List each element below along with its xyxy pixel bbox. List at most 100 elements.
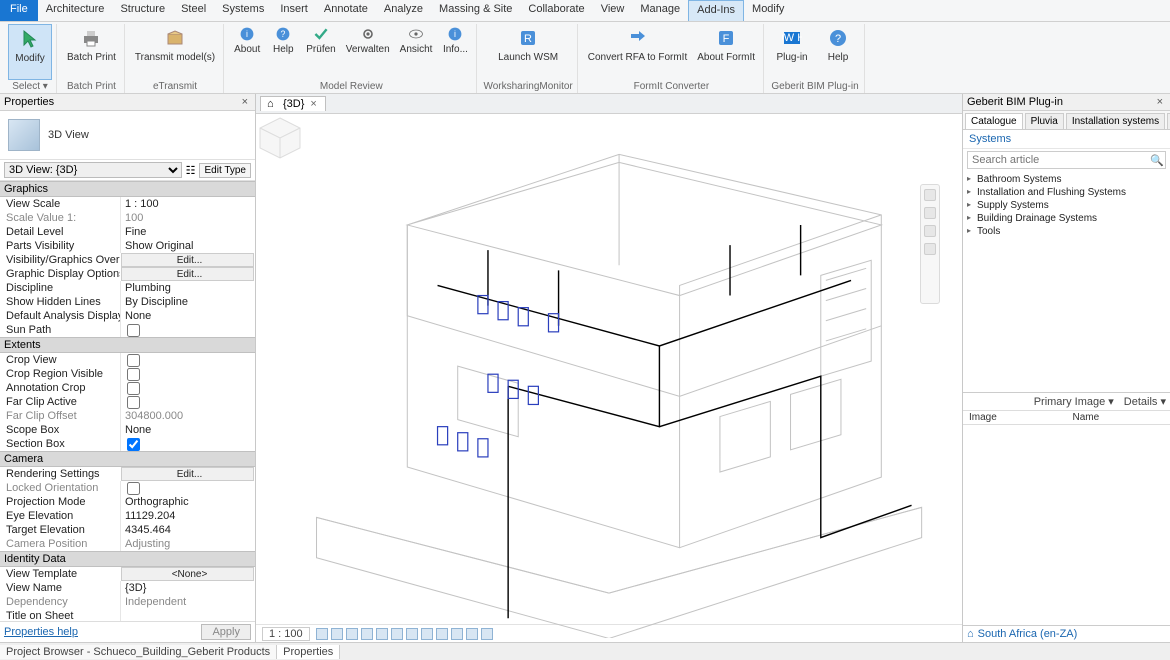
verwalten-button[interactable]: Verwalten — [342, 24, 394, 80]
prop-value[interactable]: Fine — [120, 225, 255, 239]
prop-value[interactable] — [120, 353, 255, 367]
prop-value[interactable] — [120, 609, 255, 621]
prop-row[interactable]: Default Analysis Display StyleNone — [0, 309, 255, 323]
prop-row[interactable]: DependencyIndependent — [0, 595, 255, 609]
prop-row[interactable]: View Name{3D} — [0, 581, 255, 595]
menu-collaborate[interactable]: Collaborate — [520, 0, 592, 21]
menu-steel[interactable]: Steel — [173, 0, 214, 21]
prop-value[interactable]: Show Original — [120, 239, 255, 253]
batch-print-button[interactable]: Batch Print — [63, 24, 120, 80]
primary-image-dropdown[interactable]: Primary Image ▾ — [1034, 395, 1114, 408]
3d-viewport[interactable] — [256, 114, 962, 624]
prop-value[interactable]: 100 — [120, 211, 255, 225]
search-icon[interactable]: 🔍 — [1149, 154, 1165, 167]
search-article[interactable]: 🔍 — [967, 151, 1166, 169]
about-formit-button[interactable]: FAbout FormIt — [693, 24, 759, 80]
prop-value[interactable] — [120, 323, 255, 337]
tree-node[interactable]: Bathroom Systems — [967, 173, 1166, 186]
checkbox[interactable] — [127, 368, 140, 381]
prop-row[interactable]: Scope BoxNone — [0, 423, 255, 437]
info-button[interactable]: iInfo... — [438, 24, 472, 80]
menu-analyze[interactable]: Analyze — [376, 0, 431, 21]
prop-value[interactable]: Adjusting — [120, 537, 255, 551]
edit-type-button[interactable]: Edit Type — [199, 163, 251, 178]
nav-pan-icon[interactable] — [924, 207, 936, 219]
prop-row[interactable]: Rendering SettingsEdit... — [0, 467, 255, 481]
prop-value[interactable] — [120, 481, 255, 495]
menu-manage[interactable]: Manage — [632, 0, 688, 21]
status-tab-browser[interactable]: Project Browser - Schueco_Building_Geber… — [0, 645, 277, 659]
prop-value[interactable]: Plumbing — [120, 281, 255, 295]
prop-group-identity-data[interactable]: Identity Data — [0, 551, 255, 567]
menu-architecture[interactable]: Architecture — [38, 0, 113, 21]
prop-row[interactable]: Parts VisibilityShow Original — [0, 239, 255, 253]
menu-insert[interactable]: Insert — [272, 0, 316, 21]
prop-row[interactable]: Graphic Display OptionsEdit... — [0, 267, 255, 281]
status-tab-properties[interactable]: Properties — [277, 645, 340, 659]
prop-row[interactable]: Detail LevelFine — [0, 225, 255, 239]
tree-node[interactable]: Supply Systems — [967, 199, 1166, 212]
checkbox[interactable] — [127, 382, 140, 395]
modify-button[interactable]: Modify — [8, 24, 52, 80]
menu-annotate[interactable]: Annotate — [316, 0, 376, 21]
prop-row[interactable]: Scale Value 1:100 — [0, 211, 255, 225]
view-cube[interactable] — [256, 114, 304, 162]
prop-group-camera[interactable]: Camera — [0, 451, 255, 467]
prop-row[interactable]: Visibility/Graphics OverridesEdit... — [0, 253, 255, 267]
prop-row[interactable]: Title on Sheet — [0, 609, 255, 621]
view-selector[interactable]: 3D View: {3D} — [4, 162, 182, 178]
ansicht-button[interactable]: Ansicht — [396, 24, 437, 80]
prop-row[interactable]: Projection ModeOrthographic — [0, 495, 255, 509]
properties-help-link[interactable]: Properties help — [4, 626, 78, 638]
about-button[interactable]: iAbout — [230, 24, 264, 80]
close-icon[interactable]: × — [239, 96, 251, 108]
prop-row[interactable]: Crop View — [0, 353, 255, 367]
prop-value[interactable]: 1 : 100 — [120, 197, 255, 211]
prop-row[interactable]: DisciplinePlumbing — [0, 281, 255, 295]
checkbox[interactable] — [127, 438, 140, 451]
tab-catalogue[interactable]: Catalogue — [965, 113, 1023, 129]
menu-view[interactable]: View — [593, 0, 633, 21]
region-link[interactable]: South Africa (en-ZA) — [978, 628, 1078, 640]
checkbox[interactable] — [127, 324, 140, 337]
prop-value[interactable]: 304800.000 — [120, 409, 255, 423]
nav-orbit-icon[interactable] — [924, 243, 936, 255]
prop-value[interactable]: Edit... — [121, 253, 254, 267]
prop-row[interactable]: Far Clip Active — [0, 395, 255, 409]
prop-value[interactable]: <None> — [121, 567, 254, 581]
tab-installation-systems[interactable]: Installation systems — [1066, 113, 1165, 129]
prop-value[interactable] — [120, 381, 255, 395]
navigation-bar[interactable] — [920, 184, 940, 304]
prop-value[interactable] — [120, 437, 255, 451]
prop-row[interactable]: Locked Orientation — [0, 481, 255, 495]
prop-row[interactable]: Far Clip Offset304800.000 — [0, 409, 255, 423]
details-dropdown[interactable]: Details ▾ — [1124, 395, 1166, 408]
type-selector[interactable]: 3D View — [0, 111, 255, 160]
prop-value[interactable]: None — [120, 309, 255, 323]
prop-value[interactable]: 4345.464 — [120, 523, 255, 537]
prop-value[interactable]: None — [120, 423, 255, 437]
close-icon[interactable]: × — [1154, 96, 1166, 108]
prop-group-extents[interactable]: Extents — [0, 337, 255, 353]
nav-zoom-icon[interactable] — [924, 225, 936, 237]
prop-row[interactable]: Eye Elevation11129.204 — [0, 509, 255, 523]
prop-value[interactable] — [120, 395, 255, 409]
view-tab-3d[interactable]: ⌂ {3D} × — [260, 96, 326, 111]
prop-row[interactable]: Camera PositionAdjusting — [0, 537, 255, 551]
plugin-button[interactable]: KNOW HOWPlug-in — [770, 24, 814, 80]
prufen-button[interactable]: Prüfen — [302, 24, 339, 80]
help-button[interactable]: ?Help — [266, 24, 300, 80]
prop-value[interactable]: {3D} — [120, 581, 255, 595]
checkbox[interactable] — [127, 354, 140, 367]
menu-systems[interactable]: Systems — [214, 0, 272, 21]
prop-value[interactable]: Edit... — [121, 267, 254, 281]
prop-group-graphics[interactable]: Graphics — [0, 181, 255, 197]
prop-row[interactable]: Section Box — [0, 437, 255, 451]
close-icon[interactable]: × — [308, 98, 318, 110]
launch-wsm-button[interactable]: RLaunch WSM — [494, 24, 562, 80]
menu-structure[interactable]: Structure — [112, 0, 173, 21]
help2-button[interactable]: ?Help — [816, 24, 860, 80]
menu-massing-site[interactable]: Massing & Site — [431, 0, 520, 21]
prop-row[interactable]: Show Hidden LinesBy Discipline — [0, 295, 255, 309]
tree-node[interactable]: Tools — [967, 225, 1166, 238]
